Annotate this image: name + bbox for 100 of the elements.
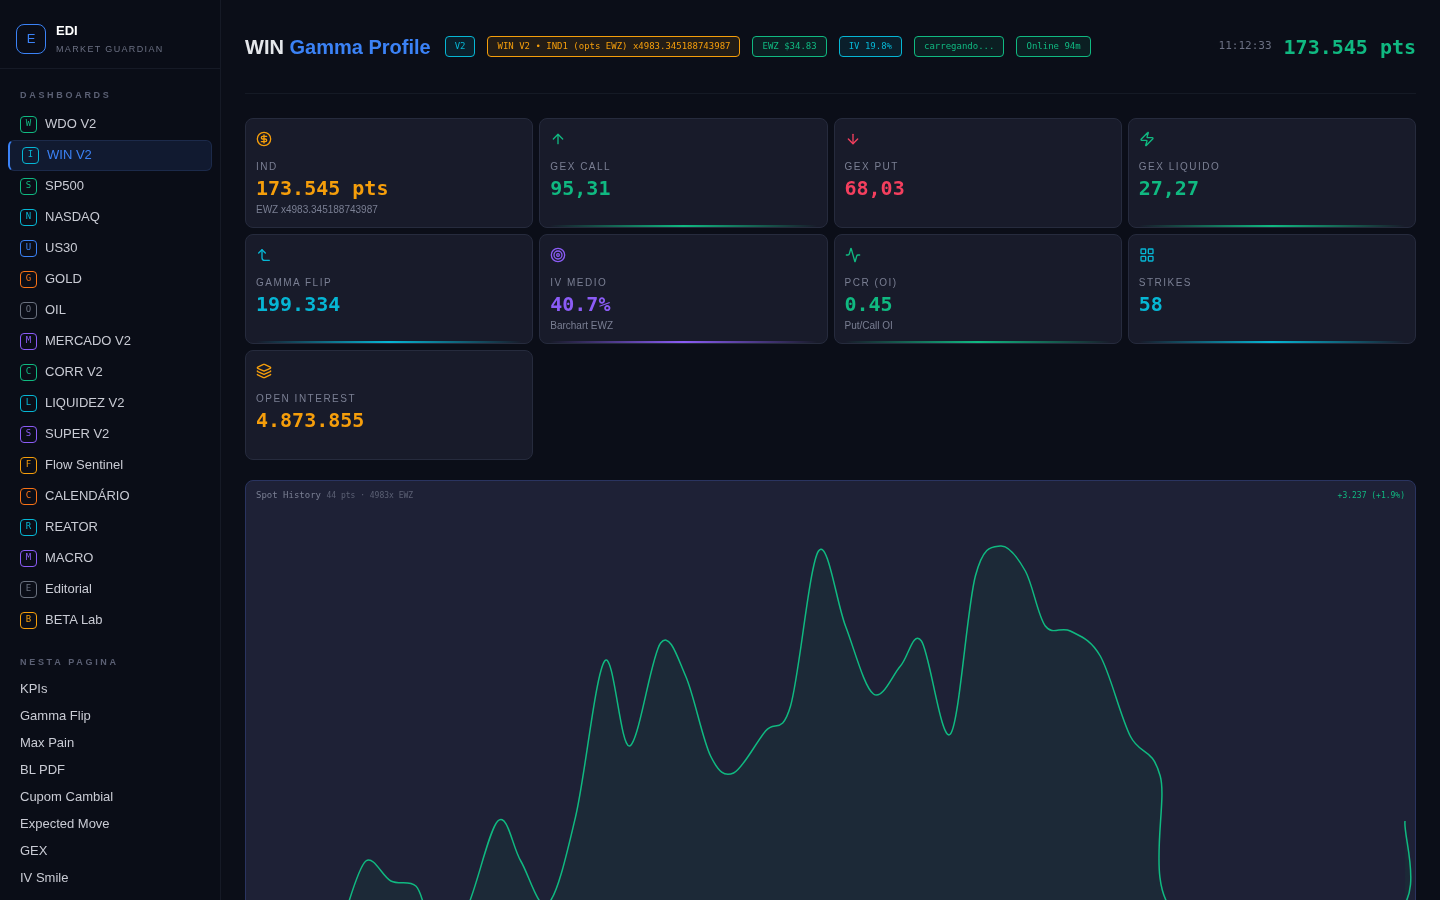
page-link[interactable]: BL PDF — [0, 756, 220, 783]
nav-item[interactable]: M MACRO — [8, 542, 212, 574]
nav-item[interactable]: B BETA Lab — [8, 604, 212, 636]
letter-badge: G — [20, 270, 37, 288]
kpi-label: IND — [256, 160, 279, 174]
kpi-label: GEX PUT — [844, 160, 900, 174]
page-link[interactable]: IV Smile — [0, 864, 220, 891]
pulse-icon — [844, 247, 861, 263]
kpi-value: 40.7% — [550, 291, 612, 318]
nav-label: MERCADO V2 — [45, 332, 131, 351]
kpi-subtext: Barchart EWZ — [550, 319, 615, 333]
page-title: WIN Gamma Profile — [245, 34, 431, 60]
status-badge: Online 94m — [1016, 35, 1091, 58]
page-link[interactable]: Expected Move — [0, 810, 220, 837]
kpi-label: PCR (OI) — [844, 276, 899, 290]
page-link[interactable]: GEX — [0, 837, 220, 864]
kpi-value: 4.873.855 — [256, 407, 366, 434]
nav-label: BETA Lab — [45, 611, 103, 630]
lightning-icon — [1138, 131, 1155, 147]
nav-label: REATOR — [45, 518, 98, 537]
nav-item[interactable]: S SUPER V2 — [8, 418, 212, 450]
letter-badge: R — [20, 518, 37, 536]
nav-item[interactable]: C CORR V2 — [8, 356, 212, 388]
layers-icon — [256, 363, 272, 379]
status-badge: carregando... — [914, 35, 1005, 58]
nav-item[interactable]: F Flow Sentinel — [8, 449, 212, 481]
kpi-value: 0.45 — [844, 291, 894, 318]
letter-badge: U — [20, 239, 37, 257]
nav-item[interactable]: E Editorial — [8, 573, 212, 605]
kpi-value: 68,03 — [844, 175, 906, 202]
letter-badge: I — [22, 146, 39, 164]
nav-item[interactable]: N NASDAQ — [8, 201, 212, 233]
letter-badge: S — [20, 425, 37, 443]
page-link[interactable]: Cupom Cambial — [0, 783, 220, 810]
nav-label: SUPER V2 — [45, 425, 110, 444]
letter-badge: F — [20, 456, 37, 474]
nav-label: CALENDÁRIO — [45, 487, 130, 506]
nav-item[interactable]: S SP500 — [8, 170, 212, 202]
kpi-label: GAMMA FLIP — [256, 276, 334, 290]
page-link[interactable]: KPIs — [0, 675, 220, 702]
kpi-value: 58 — [1138, 291, 1164, 318]
status-badge: WIN V2 • IND1 (opts EWZ) x4983.345188743987 — [487, 35, 741, 58]
kpi-value: 27,27 — [1138, 175, 1200, 202]
turn-arrow-icon — [256, 247, 272, 263]
letter-badge: C — [20, 487, 37, 505]
nav-label: US30 — [45, 239, 78, 258]
letter-badge: B — [20, 611, 37, 629]
grid-icon — [1138, 247, 1155, 263]
status-badge: V2 — [444, 35, 476, 58]
nav-label: WIN V2 — [47, 146, 92, 165]
nav-item[interactable]: W WDO V2 — [8, 108, 212, 140]
page-link[interactable]: Max Pain — [0, 729, 220, 756]
spot-price: 173.545 pts — [1283, 33, 1416, 61]
letter-badge: W — [20, 115, 37, 133]
letter-badge: E — [20, 580, 37, 598]
nav-item[interactable]: O OIL — [8, 294, 212, 326]
coin-icon — [256, 131, 272, 147]
letter-badge: C — [20, 363, 37, 381]
clock: 11:12:33 — [1218, 38, 1272, 55]
nav-item[interactable]: M MERCADO V2 — [8, 325, 212, 357]
kpi-label: STRIKES — [1138, 276, 1194, 290]
kpi-subtext: EWZ x4983.345188743987 — [256, 203, 379, 217]
nav-label: CORR V2 — [45, 363, 103, 382]
brand-subtitle: MARKET GUARDIAN — [56, 42, 164, 56]
section-title: NESTA PAGINA — [19, 655, 120, 669]
status-badge: IV 19.8% — [838, 35, 902, 58]
kpi-subtext: Put/Call OI — [844, 319, 894, 333]
kpi-value: 95,31 — [550, 175, 612, 202]
kpi-value: 199.334 — [256, 291, 342, 318]
letter-badge: S — [20, 177, 37, 195]
chart-title: Spot History 44 pts · 4983x EWZ — [256, 489, 414, 502]
nav-item[interactable]: U US30 — [8, 232, 212, 264]
nav-item[interactable]: G GOLD — [8, 263, 212, 295]
nav-item[interactable]: L LIQUIDEZ V2 — [8, 387, 212, 419]
brand-name: EDI — [56, 22, 79, 40]
letter-badge: N — [20, 208, 37, 226]
nav-item[interactable]: C CALENDÁRIO — [8, 480, 212, 512]
nav-label: Flow Sentinel — [45, 456, 124, 475]
nav-label: SP500 — [45, 177, 85, 196]
nav-item[interactable]: I WIN V2 — [8, 139, 212, 171]
nav-label: LIQUIDEZ V2 — [45, 394, 125, 413]
page-link[interactable]: Gamma Flip — [0, 702, 220, 729]
nav-label: NASDAQ — [45, 208, 100, 227]
target-icon — [550, 247, 567, 263]
nav-label: OIL — [45, 301, 66, 320]
letter-badge: O — [20, 301, 37, 319]
logo: E — [16, 23, 46, 54]
nav-label: GOLD — [45, 270, 82, 289]
kpi-label: GEX LIQUIDO — [1138, 160, 1222, 174]
letter-badge: L — [20, 394, 37, 412]
letter-badge: M — [20, 549, 37, 567]
letter-badge: M — [20, 332, 37, 350]
nav-label: MACRO — [45, 549, 94, 568]
nav-item[interactable]: R REATOR — [8, 511, 212, 543]
nav-label: WDO V2 — [45, 115, 97, 134]
nav-label: Editorial — [45, 580, 92, 599]
change-value: +3.237 (+1.9%) — [1337, 489, 1405, 502]
section-title: DASHBOARDS — [19, 89, 113, 102]
kpi-label: GEX CALL — [550, 160, 613, 174]
kpi-label: IV MEDIO — [550, 276, 609, 290]
